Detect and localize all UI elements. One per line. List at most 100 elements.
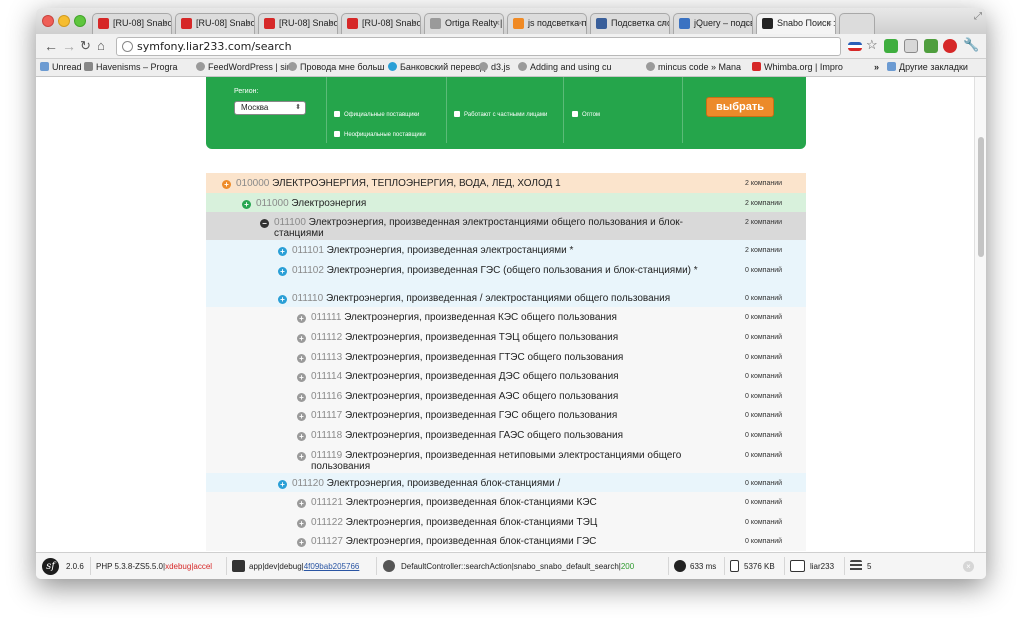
category-row[interactable]: +010000 ЭЛЕКТРОЭНЕРГИЯ, ТЕПЛОЭНЕРГИЯ, ВО… [206,173,806,193]
category-row[interactable]: +011118 Электроэнергия, произведенная ГА… [206,425,806,445]
expand-icon[interactable]: + [297,334,306,343]
category-label[interactable]: 011127 Электроэнергия, произведенная бло… [311,536,706,547]
extension-opera-icon[interactable] [943,39,957,53]
expand-icon[interactable]: + [278,294,287,304]
symfony-version[interactable]: 2.0.6 [66,562,84,571]
category-row[interactable]: +011119 Электроэнергия, произведенная не… [206,444,806,473]
category-label[interactable]: 011121 Электроэнергия, произведенная бло… [311,497,706,508]
browser-tab[interactable]: [RU-08] Snabo.ru× [341,13,421,34]
checkbox-box[interactable] [334,131,340,137]
category-row[interactable]: +011101 Электроэнергия, произведенная эл… [206,240,806,260]
bookmark-item[interactable]: d3.js [479,62,510,72]
category-label[interactable]: 011119 Электроэнергия, произведенная нет… [311,450,706,472]
close-tab-icon[interactable]: × [661,18,666,28]
category-row[interactable]: +011111 Электроэнергия, произведенная КЭ… [206,307,806,327]
address-bar[interactable]: symfony.liar233.com/search [116,37,841,56]
php-info[interactable]: PHP 5.3.8-ZS5.5.0|xdebug|accel [96,562,212,571]
filter-checkbox[interactable]: Неофициальные поставщики [334,131,426,138]
browser-tab[interactable]: [RU-08] Snabo.ru× [175,13,255,34]
category-row[interactable]: +011102 Электроэнергия, произведенная ГЭ… [206,259,806,288]
category-row[interactable]: +011113 Электроэнергия, произведенная ГТ… [206,346,806,367]
bookmark-item[interactable]: Whimba.org | Impro [752,62,843,72]
browser-tab[interactable]: Snabo Поиск : 01× [756,13,836,34]
expand-icon[interactable]: + [222,180,231,189]
close-tab-icon[interactable]: × [578,18,583,28]
expand-icon[interactable]: + [297,518,306,528]
close-tab-icon[interactable]: × [246,18,251,28]
expand-icon[interactable]: + [278,247,287,257]
wrench-icon[interactable]: 🔧 [963,37,979,53]
category-label[interactable]: 011114 Электроэнергия, произведенная ДЭС… [311,371,706,382]
filter-checkbox[interactable]: Оптом [572,111,600,118]
category-label[interactable]: 010000 ЭЛЕКТРОЭНЕРГИЯ, ТЕПЛОЭНЕРГИЯ, ВОД… [236,178,706,189]
environment-info[interactable]: app|dev|debug|4f09bab205766 [249,562,359,571]
new-tab-button[interactable] [839,13,875,34]
extension-evernote-icon[interactable] [884,39,898,53]
browser-tab[interactable]: Ortiga Realty | Jus× [424,13,504,34]
category-row[interactable]: +011116 Электроэнергия, произведенная АЭ… [206,385,806,406]
category-row[interactable]: +011120 Электроэнергия, произведенная бл… [206,472,806,493]
page-scrollbar[interactable] [974,77,986,552]
close-tab-icon[interactable]: × [827,18,832,28]
category-row[interactable]: +011117 Электроэнергия, произведенная ГЭ… [206,405,806,425]
browser-tab[interactable]: Подсветка слов п× [590,13,670,34]
category-row[interactable]: +011122 Электроэнергия, произведенная бл… [206,511,806,532]
checkbox-box[interactable] [454,111,460,117]
expand-icon[interactable]: + [297,538,306,548]
checkbox-box[interactable] [334,111,340,117]
bookmark-item[interactable]: Unread [40,62,82,72]
category-label[interactable]: 011118 Электроэнергия, произведенная ГАЭ… [311,430,706,441]
symfony-logo-icon[interactable]: sf [42,558,59,575]
expand-icon[interactable]: + [242,199,251,209]
category-label[interactable]: 011120 Электроэнергия, произведенная бло… [292,478,706,489]
category-row[interactable]: +011121 Электроэнергия, произведенная бл… [206,492,806,512]
category-row[interactable]: +011000 Электроэнергия 2 компании [206,192,806,213]
star-icon[interactable]: ☆ [866,37,878,53]
category-label[interactable]: 011117 Электроэнергия, произведенная ГЭС… [311,410,706,421]
expand-icon[interactable]: + [297,392,306,402]
browser-tab[interactable]: [RU-08] Snabo.ru× [258,13,338,34]
forward-arrow-icon[interactable]: → [62,38,76,54]
category-label[interactable]: 011102 Электроэнергия, произведенная ГЭС… [292,265,706,276]
reload-icon[interactable]: ↻ [80,38,91,54]
bookmark-item[interactable]: mincus code » Mana [646,62,741,72]
category-label[interactable]: 011110 Электроэнергия, произведенная / э… [292,293,706,304]
filter-checkbox[interactable]: Работают с частными лицами [454,111,547,118]
category-row[interactable]: +011127 Электроэнергия, произведенная бл… [206,531,806,551]
expand-icon[interactable]: + [297,353,306,363]
category-row[interactable]: −011100 Электроэнергия, произведенная эл… [206,212,806,241]
category-label[interactable]: 011116 Электроэнергия, произведенная АЭС… [311,391,706,402]
extension-green-icon[interactable] [924,39,938,53]
close-window-button[interactable] [42,15,54,27]
bookmarks-overflow-chevron-icon[interactable]: » [874,62,879,72]
region-select[interactable]: Москва ⬍ [234,101,306,115]
expand-icon[interactable]: + [297,373,306,383]
query-count[interactable]: 5 [867,562,871,571]
close-toolbar-icon[interactable]: × [963,561,974,572]
category-row[interactable]: +011114 Электроэнергия, произведенная ДЭ… [206,366,806,386]
close-tab-icon[interactable]: × [329,18,334,28]
close-tab-icon[interactable]: × [744,18,749,28]
category-label[interactable]: 011113 Электроэнергия, произведенная ГТЭ… [311,352,706,363]
category-label[interactable]: 011000 Электроэнергия [256,198,706,209]
category-label[interactable]: 011122 Электроэнергия, произведенная бло… [311,517,706,528]
category-row[interactable]: +011110 Электроэнергия, произведенная / … [206,287,806,308]
category-label[interactable]: 011111 Электроэнергия, произведенная КЭС… [311,312,706,323]
browser-tab[interactable]: [RU-08] Snabo.ru× [92,13,172,34]
minimize-window-button[interactable] [58,15,70,27]
expand-icon[interactable]: + [297,499,306,509]
bookmark-item[interactable]: Провода мне больш [288,62,385,72]
current-user[interactable]: liar233 [810,562,834,571]
bookmark-item[interactable]: Havenisms – Progra [84,62,178,72]
browser-tab[interactable]: js подсветка поис× [507,13,587,34]
bookmark-item[interactable]: Банковский перевод [388,62,485,72]
expand-icon[interactable]: + [297,412,306,422]
collapse-icon[interactable]: − [260,219,269,229]
expand-icon[interactable]: + [297,314,306,324]
fullscreen-icon[interactable]: ⤢ [974,11,982,22]
bookmark-item[interactable]: FeedWordPress | sim [196,62,294,72]
category-row[interactable]: +011112 Электроэнергия, произведенная ТЭ… [206,327,806,347]
choose-button[interactable]: выбрать [706,97,774,117]
expand-icon[interactable]: + [278,479,287,489]
expand-icon[interactable]: + [297,451,306,461]
